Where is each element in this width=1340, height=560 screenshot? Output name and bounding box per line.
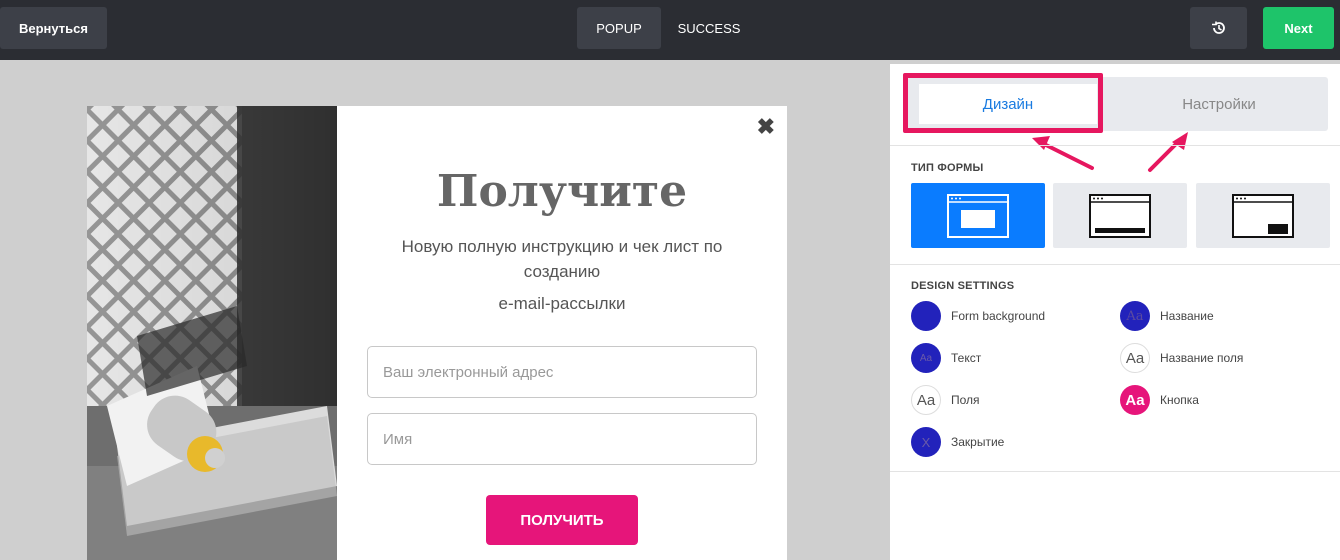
setting-form-background[interactable]: Form background: [911, 301, 1045, 331]
submit-button[interactable]: ПОЛУЧИТЬ: [486, 495, 638, 545]
bar-layout-icon: [1089, 193, 1151, 238]
setting-label: Закрытие: [951, 435, 1005, 449]
setting-label: Текст: [951, 351, 982, 365]
setting-field-label[interactable]: Aa Название поля: [1120, 343, 1243, 373]
panel-tabs: Дизайн Настройки: [904, 77, 1328, 131]
history-icon: [1211, 21, 1225, 34]
back-button[interactable]: Вернуться: [0, 7, 107, 49]
top-bar: Вернуться POPUP SUCCESS Next: [0, 0, 1340, 60]
color-swatch: [911, 301, 941, 331]
popup-layout-icon: [947, 193, 1009, 238]
corner-layout-icon: [1232, 193, 1294, 238]
close-icon[interactable]: ✖: [757, 114, 775, 140]
setting-label: Название поля: [1160, 351, 1244, 365]
popup-form: ✖ Получите Новую полную инструкцию и чек…: [87, 106, 787, 560]
form-type-popup[interactable]: [911, 183, 1045, 248]
divider: [890, 264, 1340, 265]
form-type-title: ТИП ФОРМЫ: [911, 162, 984, 174]
popup-subtext-2: e-mail-рассылки: [498, 294, 626, 313]
setting-close[interactable]: X Закрытие: [911, 427, 1004, 457]
font-swatch: Aa: [911, 385, 941, 415]
setting-title[interactable]: Aa Название: [1120, 301, 1214, 331]
history-button[interactable]: [1190, 7, 1247, 49]
divider: [890, 145, 1340, 146]
font-swatch: X: [911, 427, 941, 457]
annotation-arrows: [1032, 132, 1188, 172]
popup-content: ✖ Получите Новую полную инструкцию и чек…: [337, 106, 787, 560]
email-field[interactable]: [367, 346, 757, 398]
setting-fields[interactable]: Aa Поля: [911, 385, 980, 415]
next-button[interactable]: Next: [1263, 7, 1334, 49]
setting-label: Form background: [951, 309, 1046, 323]
form-type-corner[interactable]: [1196, 183, 1330, 248]
tab-design[interactable]: Дизайн: [919, 84, 1097, 124]
name-field[interactable]: [367, 413, 757, 465]
setting-label: Поля: [951, 393, 980, 407]
form-type-bar[interactable]: [1053, 183, 1187, 248]
divider: [890, 471, 1340, 472]
font-swatch: Aa: [911, 343, 941, 373]
popup-heading: Получите: [436, 166, 688, 217]
setting-label: Название: [1160, 309, 1214, 323]
setting-text[interactable]: Aa Текст: [911, 343, 981, 373]
setting-label: Кнопка: [1160, 393, 1199, 407]
popup-subtext: Новую полную инструкцию и чек лист по со…: [401, 237, 723, 281]
font-swatch: Aa: [1120, 301, 1150, 331]
tab-popup[interactable]: POPUP: [577, 7, 661, 49]
tab-success[interactable]: SUCCESS: [668, 7, 750, 49]
tab-settings[interactable]: Настройки: [1119, 84, 1319, 124]
popup-preview-canvas: ✖ Получите Новую полную инструкцию и чек…: [0, 64, 890, 560]
setting-button[interactable]: Aa Кнопка: [1120, 385, 1199, 415]
popup-image: [87, 106, 337, 560]
font-swatch: Aa: [1120, 343, 1150, 373]
font-swatch: Aa: [1120, 385, 1150, 415]
design-settings-title: DESIGN SETTINGS: [911, 280, 1015, 292]
settings-panel: Дизайн Настройки ТИП ФОРМЫ DESIGN SETTIN…: [890, 64, 1340, 560]
